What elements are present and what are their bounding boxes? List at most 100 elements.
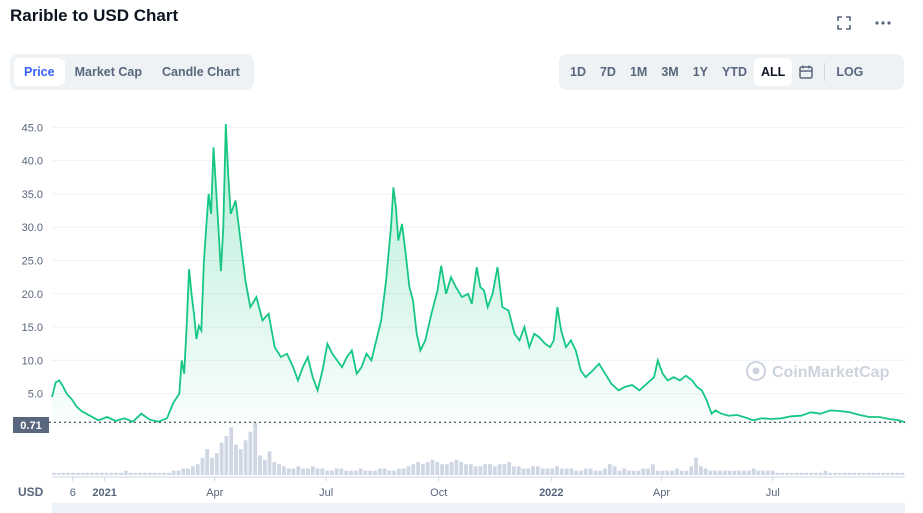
volume-bar bbox=[583, 468, 588, 475]
volume-bar bbox=[612, 466, 617, 475]
volume-bar bbox=[90, 472, 95, 475]
volume-bar bbox=[315, 468, 320, 475]
volume-bar bbox=[842, 472, 847, 475]
volume-bar bbox=[636, 470, 641, 475]
volume-bar bbox=[248, 431, 253, 475]
volume-bar bbox=[631, 470, 636, 475]
volume-bar bbox=[267, 451, 272, 475]
volume-bar bbox=[325, 470, 329, 475]
volume-bar bbox=[262, 459, 267, 475]
volume-bar bbox=[622, 468, 627, 475]
volume-bar bbox=[560, 468, 564, 475]
volume-bar bbox=[684, 470, 689, 475]
volume-bar bbox=[857, 472, 861, 475]
volume-bar bbox=[871, 472, 876, 475]
volume-bar bbox=[737, 470, 742, 475]
volume-bar bbox=[186, 468, 190, 475]
volume-bar bbox=[464, 464, 468, 475]
volume-bar bbox=[502, 464, 507, 475]
volume-bar bbox=[727, 470, 732, 475]
y-tick-label: 25.0 bbox=[22, 256, 43, 268]
volume-bar bbox=[809, 472, 813, 475]
volume-bar bbox=[171, 470, 176, 475]
volume-bar bbox=[440, 464, 444, 475]
volume-bar bbox=[243, 440, 248, 475]
volume-bar bbox=[119, 472, 123, 475]
volume-bar bbox=[52, 472, 56, 475]
volume-bar bbox=[162, 472, 166, 475]
volume-bar bbox=[138, 472, 143, 475]
x-tick-label: 6 bbox=[70, 487, 76, 499]
volume-bar bbox=[224, 436, 229, 475]
volume-bar bbox=[627, 470, 631, 475]
y-tick-label: 5.0 bbox=[28, 389, 43, 401]
volume-bar bbox=[301, 468, 305, 475]
volume-bar bbox=[272, 462, 277, 475]
volume-bar bbox=[651, 464, 655, 475]
volume-bar bbox=[689, 466, 694, 475]
volume-bar bbox=[536, 466, 540, 475]
volume-bar bbox=[861, 472, 866, 475]
volume-bar bbox=[468, 464, 473, 475]
volume-bar bbox=[881, 472, 885, 475]
volume-bar bbox=[679, 470, 684, 475]
volume-bar bbox=[473, 466, 478, 475]
volume-bar bbox=[128, 472, 133, 475]
volume-bar bbox=[756, 470, 761, 475]
volume-bar bbox=[823, 470, 828, 475]
volume-bar bbox=[277, 464, 281, 475]
volume-bar bbox=[56, 472, 61, 475]
volume-bar bbox=[411, 464, 416, 475]
volume-bar bbox=[339, 468, 344, 475]
volume-bar bbox=[80, 472, 85, 475]
volume-bar bbox=[866, 472, 871, 475]
volume-bar bbox=[320, 468, 325, 475]
volume-bar bbox=[790, 472, 794, 475]
volume-bar bbox=[804, 472, 809, 475]
volume-bar bbox=[449, 462, 454, 475]
x-tick-label: 2021 bbox=[92, 487, 116, 499]
volume-bar bbox=[770, 470, 775, 475]
volume-bar bbox=[234, 444, 238, 475]
volume-bar bbox=[377, 468, 382, 475]
volume-bar bbox=[76, 472, 80, 475]
volume-bar bbox=[282, 466, 286, 475]
volume-bar bbox=[85, 472, 90, 475]
volume-bar bbox=[713, 470, 718, 475]
y-tick-label: 45.0 bbox=[22, 122, 43, 134]
price-chart[interactable]: 5.0 10.0 15.0 20.0 25.0 30.0 35.0 40.0 45.0 0.71… bbox=[0, 0, 923, 513]
volume-bar bbox=[99, 472, 104, 475]
volume-bar bbox=[708, 470, 713, 475]
volume-bar bbox=[833, 472, 837, 475]
volume-bar bbox=[143, 472, 147, 475]
volume-bar bbox=[531, 466, 535, 475]
volume-bar bbox=[104, 472, 109, 475]
volume-bar bbox=[349, 470, 353, 475]
volume-bar bbox=[660, 470, 665, 475]
volume-bar bbox=[617, 470, 622, 475]
volume-bar bbox=[430, 459, 435, 475]
volume-bar bbox=[732, 470, 737, 475]
volume-bar bbox=[382, 468, 387, 475]
volume-bar bbox=[545, 468, 550, 475]
volume-bar bbox=[847, 472, 852, 475]
volume-bar bbox=[71, 472, 75, 475]
range-navigator[interactable] bbox=[52, 503, 905, 513]
current-price-badge: 0.71 bbox=[13, 417, 49, 433]
volume-bar bbox=[368, 470, 373, 475]
volume-bar bbox=[900, 472, 904, 475]
volume-bar bbox=[890, 472, 895, 475]
volume-bar bbox=[425, 462, 430, 475]
current-price-label: 0.71 bbox=[20, 420, 41, 432]
volume-bar bbox=[521, 468, 526, 475]
volume-bar bbox=[397, 468, 401, 475]
volume-bar bbox=[670, 470, 674, 475]
volume-bar bbox=[387, 470, 392, 475]
y-tick-label: 40.0 bbox=[22, 156, 43, 168]
watermark-text: CoinMarketCap bbox=[772, 364, 890, 381]
x-axis: 6 2021 Apr Jul Oct 2022 Apr Jul bbox=[70, 477, 780, 499]
volume-bar bbox=[392, 470, 396, 475]
volume-bar bbox=[133, 472, 138, 475]
volume-bar bbox=[813, 472, 818, 475]
volume-bar bbox=[775, 472, 780, 475]
